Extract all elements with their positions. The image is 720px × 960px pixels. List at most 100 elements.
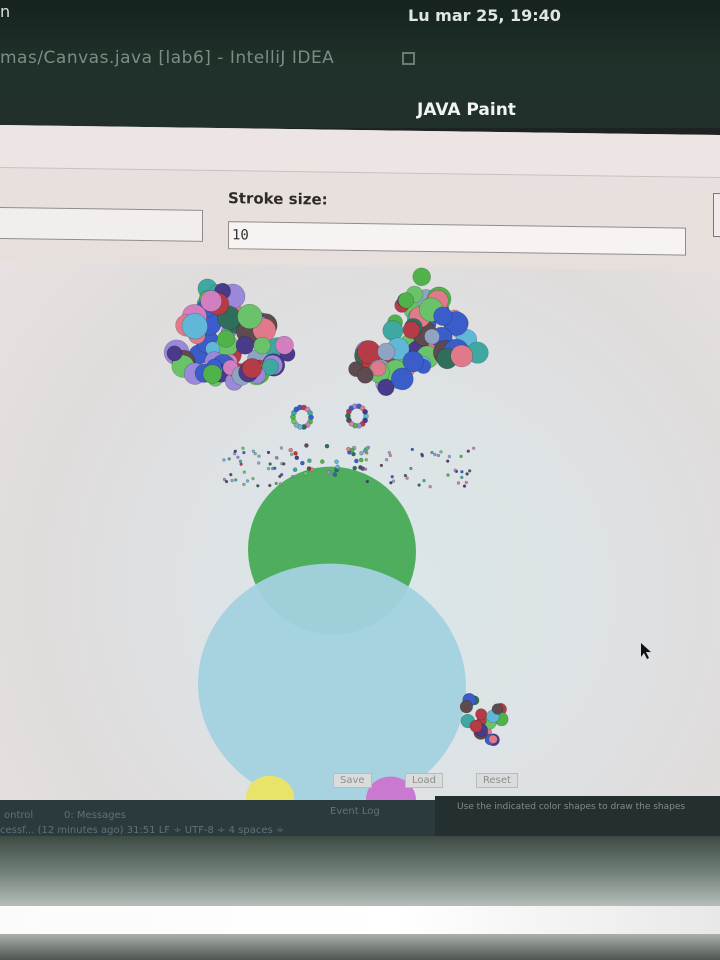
whisker-dot xyxy=(456,481,461,485)
whisker-dot xyxy=(238,459,243,463)
whisker-dot xyxy=(274,456,279,460)
nose-dot xyxy=(300,460,305,466)
whisker-dot xyxy=(236,455,240,459)
whisker-dot xyxy=(266,466,271,471)
status-line-text: cessf... (12 minutes ago) 31:51 LF ÷ UTF… xyxy=(0,825,285,836)
whisker-dot xyxy=(390,474,394,479)
color-input-field[interactable] xyxy=(0,206,203,242)
whisker-dot xyxy=(403,473,408,478)
whisker-dot xyxy=(465,472,469,476)
nose-dot xyxy=(346,446,351,452)
ear-dot xyxy=(241,358,262,379)
ear-dot xyxy=(274,335,294,355)
bunny-eyes xyxy=(290,403,369,430)
whisker-dot xyxy=(459,454,463,459)
ear-dot xyxy=(181,313,208,340)
whisker-dot xyxy=(447,454,452,459)
whisker-dot xyxy=(224,479,229,484)
bezel-bottom xyxy=(0,934,720,960)
nose-dot xyxy=(304,443,309,448)
nose-dot xyxy=(307,458,312,464)
status-tab-messages[interactable]: 0: Messages xyxy=(64,810,126,821)
tail-dot xyxy=(469,719,483,733)
ear-dot xyxy=(237,303,263,330)
nose-dot xyxy=(306,466,312,471)
mouse-cursor-icon xyxy=(641,642,651,660)
ear-dot xyxy=(412,267,431,286)
window-maximize-icon[interactable] xyxy=(402,52,415,65)
whisker-dot xyxy=(268,483,272,488)
whisker-dot xyxy=(222,458,226,462)
whisker-dot xyxy=(417,483,421,487)
eye-dot xyxy=(362,408,368,415)
whisker-dot xyxy=(428,485,432,489)
whisker-dot xyxy=(365,479,369,484)
whisker-dot xyxy=(410,447,414,452)
whisker-dot xyxy=(268,462,272,466)
whisker-dot xyxy=(233,449,238,453)
whisker-dot xyxy=(290,452,294,457)
tail-dot xyxy=(491,703,504,715)
whisker-dot xyxy=(387,450,392,455)
ear-dot xyxy=(235,336,255,355)
nose-dot xyxy=(294,455,300,461)
whisker-dot xyxy=(436,453,441,458)
ide-status-bar: ontrol 0: Messages Event Log cessf... (1… xyxy=(0,800,435,838)
whisker-dot xyxy=(279,446,284,450)
toolbar-strip xyxy=(0,125,720,179)
ear-dot xyxy=(424,328,440,345)
whisker-dot xyxy=(251,449,256,453)
whisker-dot xyxy=(379,463,384,468)
whisker-dot xyxy=(466,449,470,453)
drawing-canvas[interactable] xyxy=(0,261,720,812)
whisker-dot xyxy=(460,470,464,474)
app-menu-fragment[interactable]: n xyxy=(0,2,10,21)
whisker-dot xyxy=(257,454,261,458)
whisker-dot xyxy=(388,453,392,458)
whisker-dot xyxy=(439,450,443,454)
whisker-dot xyxy=(405,476,409,480)
java-paint-window: Stroke size: xyxy=(0,125,720,848)
ear-dot xyxy=(200,290,223,312)
whisker-dot xyxy=(278,474,282,479)
whisker-dot xyxy=(274,481,278,486)
whisker-dot xyxy=(241,446,245,450)
whisker-dot xyxy=(409,466,413,471)
nose-dot xyxy=(352,465,358,471)
whisker-dot xyxy=(256,484,260,488)
nose-dot xyxy=(332,472,338,477)
whisker-dot xyxy=(242,450,246,455)
toolbar-edge-button[interactable] xyxy=(713,192,720,238)
whisker-dot xyxy=(291,474,295,479)
nose-dot xyxy=(319,459,325,464)
nose-dot xyxy=(359,450,364,456)
nose-dot xyxy=(326,470,332,475)
bunny-tail xyxy=(459,692,509,747)
whisker-dot xyxy=(227,457,231,461)
ear-dot xyxy=(356,366,374,384)
whisker-dot xyxy=(245,479,250,483)
nose-dot xyxy=(303,470,309,476)
nose-dot xyxy=(334,459,339,465)
reset-button[interactable]: Reset xyxy=(476,773,518,788)
ear-dot xyxy=(398,292,415,309)
bezel-highlight xyxy=(0,906,720,934)
stroke-size-input[interactable] xyxy=(228,221,686,256)
system-clock[interactable]: Lu mar 25, 19:40 xyxy=(408,6,561,25)
whisker-dot xyxy=(242,482,246,487)
whisker-dot xyxy=(430,450,434,455)
whisker-dot xyxy=(266,450,271,455)
ide-window-title: mas/Canvas.java [lab6] - IntelliJ IDEA xyxy=(0,48,335,68)
stroke-size-label: Stroke size: xyxy=(228,189,328,209)
whisker-dot xyxy=(460,475,464,480)
whisker-dot xyxy=(364,458,368,462)
ear-dot xyxy=(166,345,183,362)
nose-dot xyxy=(292,467,298,473)
whisker-dot xyxy=(420,452,424,457)
whisker-dot xyxy=(472,446,476,450)
status-tab-control[interactable]: ontrol xyxy=(4,810,33,821)
whisker-dot xyxy=(446,473,450,477)
event-log-link[interactable]: Event Log xyxy=(330,806,380,817)
save-button[interactable]: Save xyxy=(333,773,372,788)
load-button[interactable]: Load xyxy=(405,773,443,788)
